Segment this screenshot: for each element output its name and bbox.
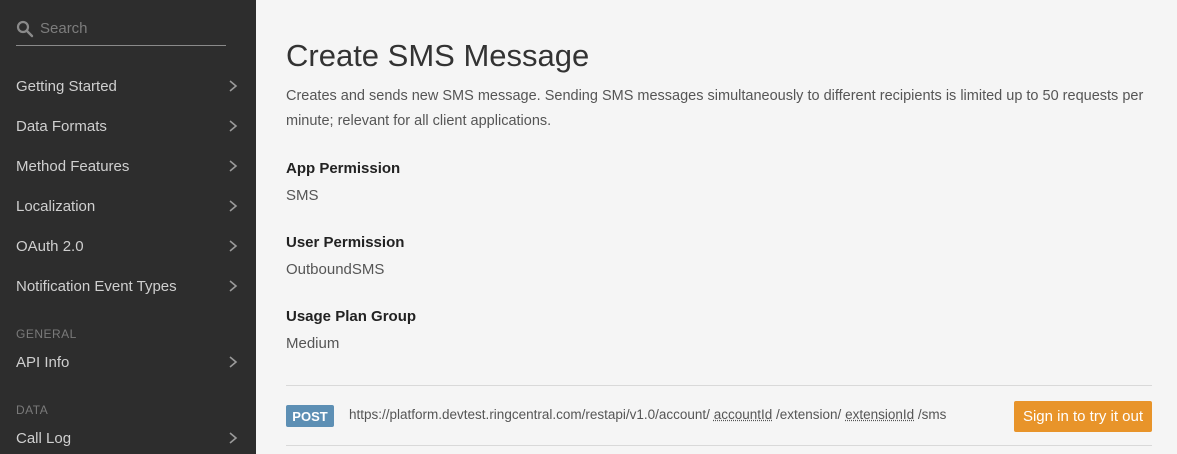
page-title: Create SMS Message xyxy=(286,38,590,73)
endpoint-param-extension-id[interactable]: extensionId xyxy=(845,407,914,422)
sidebar: Getting Started Data Formats Method Feat… xyxy=(0,0,256,454)
chevron-right-icon xyxy=(228,239,238,253)
chevron-right-icon xyxy=(228,279,238,293)
sidebar-item-call-log[interactable]: Call Log xyxy=(0,418,256,454)
endpoint-prefix: https://platform.devtest.ringcentral.com… xyxy=(349,407,710,422)
sidebar-item-data-formats[interactable]: Data Formats xyxy=(0,106,256,146)
search-bar xyxy=(16,12,226,46)
app-permission-value: SMS xyxy=(286,187,319,204)
sidebar-item-api-info[interactable]: API Info xyxy=(0,342,256,382)
search-icon xyxy=(16,20,34,38)
sidebar-item-label: Localization xyxy=(16,197,96,215)
page-description: Creates and sends new SMS message. Sendi… xyxy=(286,88,1144,129)
search-input[interactable] xyxy=(40,20,210,37)
sidebar-item-label: Data Formats xyxy=(16,117,107,135)
sidebar-item-method-features[interactable]: Method Features xyxy=(0,146,256,186)
sidebar-section-data: DATA xyxy=(16,403,49,417)
sidebar-item-label: API Info xyxy=(16,353,70,371)
usage-plan-value: Medium xyxy=(286,335,340,352)
endpoint-suffix: /sms xyxy=(917,407,947,422)
chevron-right-icon xyxy=(228,199,238,213)
chevron-right-icon xyxy=(228,355,238,369)
usage-plan-label: Usage Plan Group xyxy=(286,308,417,325)
user-permission-label: User Permission xyxy=(286,234,405,251)
endpoint-param-account-id[interactable]: accountId xyxy=(714,407,773,422)
main-content: Create SMS Message Creates and sends new… xyxy=(256,0,1177,454)
chevron-right-icon xyxy=(228,119,238,133)
sidebar-item-localization[interactable]: Localization xyxy=(0,186,256,226)
user-permission-value: OutboundSMS xyxy=(286,261,385,278)
sidebar-item-getting-started[interactable]: Getting Started xyxy=(0,66,256,106)
chevron-right-icon xyxy=(228,431,238,445)
sidebar-item-label: Call Log xyxy=(16,429,72,447)
endpoint-mid: /extension/ xyxy=(776,407,842,422)
divider xyxy=(286,445,1152,446)
endpoint-url: https://platform.devtest.ringcentral.com… xyxy=(349,407,946,422)
sidebar-item-label: OAuth 2.0 xyxy=(16,237,84,255)
sidebar-item-label: Getting Started xyxy=(16,77,117,95)
sidebar-item-label: Method Features xyxy=(16,157,130,175)
sidebar-section-general: GENERAL xyxy=(16,327,77,341)
http-method-badge: POST xyxy=(286,405,334,427)
sidebar-item-oauth[interactable]: OAuth 2.0 xyxy=(0,226,256,266)
divider xyxy=(286,385,1152,386)
sign-in-try-button[interactable]: Sign in to try it out xyxy=(1014,401,1152,432)
chevron-right-icon xyxy=(228,159,238,173)
sidebar-item-notification-event-types[interactable]: Notification Event Types xyxy=(0,266,256,306)
chevron-right-icon xyxy=(228,79,238,93)
sidebar-item-label: Notification Event Types xyxy=(16,277,177,295)
app-permission-label: App Permission xyxy=(286,160,401,177)
